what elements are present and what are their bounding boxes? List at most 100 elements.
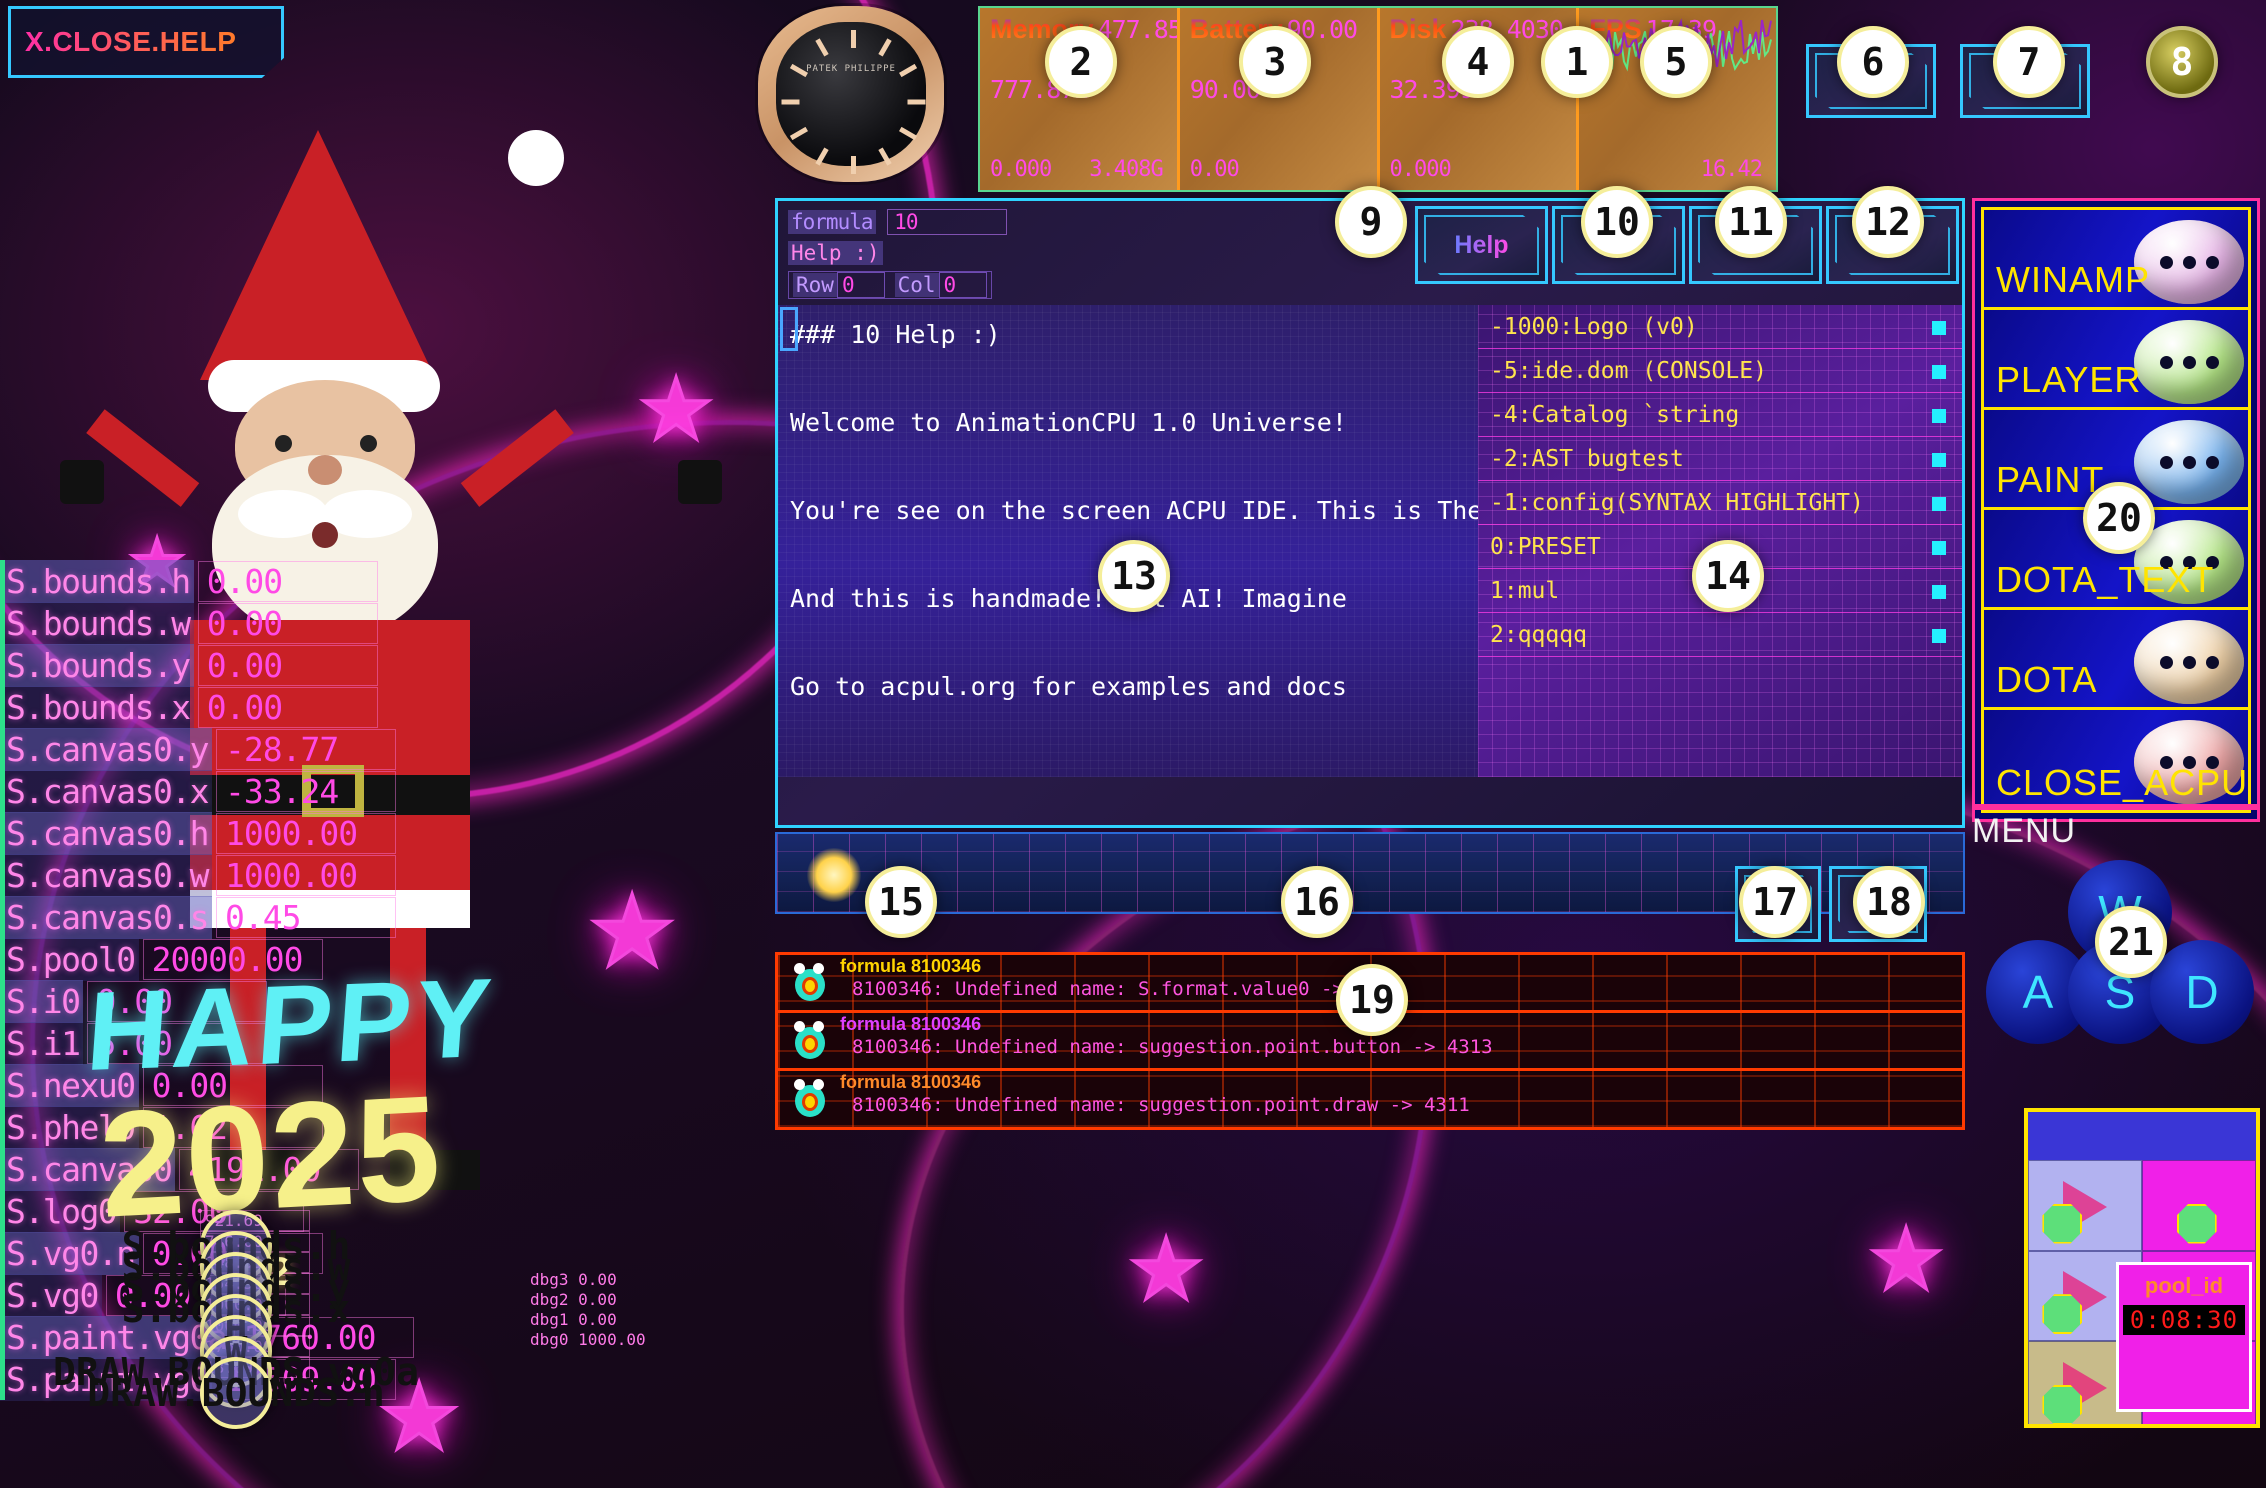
formula-item-label: -4:Catalog `string <box>1490 402 1739 428</box>
menu-item-close_acpus[interactable]: CLOSE_ACPUS <box>1984 710 2248 810</box>
close-help-button[interactable]: X.CLOSE.HELP <box>8 6 284 78</box>
menu-item-player[interactable]: PLAYER <box>1984 310 2248 410</box>
help-title-label: Help :) <box>788 241 883 265</box>
formula-field[interactable]: formula 10 <box>788 209 1007 235</box>
formula-status-dot[interactable] <box>1932 409 1946 423</box>
variable-value[interactable]: 0.45 <box>216 897 396 938</box>
variable-name: S.i0 <box>0 980 83 1023</box>
ellipsis-icon[interactable] <box>2134 420 2244 504</box>
variable-value[interactable]: -33.24 <box>216 771 396 812</box>
variable-indicator <box>0 1190 5 1232</box>
variable-name: S.bounds.w <box>0 602 194 645</box>
debug-key: DRAW.BOUNDS.n <box>200 1357 272 1429</box>
console-title: formula 8100346 <box>840 955 1962 977</box>
watch-widget: PATEK PHILIPPE <box>736 0 966 190</box>
marker-2: 2 <box>1045 26 1117 98</box>
variable-row[interactable]: S.bounds.w 0.00 <box>0 602 470 644</box>
menu-item-label: CLOSE_ACPUS <box>1996 762 2248 804</box>
formula-status-dot[interactable] <box>1932 321 1946 335</box>
formula-list-item[interactable]: -4:Catalog `string <box>1478 393 1962 437</box>
variable-row[interactable]: S.canvas0.y -28.77 <box>0 728 470 770</box>
variable-indicator <box>0 1022 5 1064</box>
variable-row[interactable]: S.bounds.h 0.00 <box>0 560 470 602</box>
marker-10: 10 <box>1581 186 1653 258</box>
acpu-ide-window: formula 10 Help :) Row 0 Col 0 ### 10 Help… <box>775 198 1965 828</box>
console-title: formula 8100346 <box>840 1071 1962 1093</box>
formula-list-item[interactable]: -1:config(SYNTAX HIGHLIGHT) <box>1478 481 1962 525</box>
variable-row[interactable]: S.canvas0.x -33.24 <box>0 770 470 812</box>
variable-name: S.bounds.h <box>0 560 194 603</box>
editor-line: ### 10 Help :) <box>790 313 1472 357</box>
variable-value[interactable]: 0.00 <box>198 645 378 686</box>
formula-status-dot[interactable] <box>1932 629 1946 643</box>
variable-indicator <box>0 938 5 980</box>
tab-help[interactable]: Help <box>1415 206 1548 284</box>
preview-panel[interactable]: pool_id 0:08:30 <box>2024 1108 2260 1428</box>
variable-value[interactable]: 1000.00 <box>216 855 396 896</box>
formula-status-dot[interactable] <box>1932 541 1946 555</box>
formula-status-dot[interactable] <box>1932 585 1946 599</box>
metric-bottom-right: 16.42 <box>1701 157 1762 182</box>
metric-bottom-right: 3.408G <box>1089 157 1162 182</box>
editor-line <box>790 357 1472 401</box>
menu-item-label: DOTA <box>1996 659 2097 701</box>
key-d[interactable]: D <box>2150 940 2254 1044</box>
marker-14: 14 <box>1692 540 1764 612</box>
preview-cell[interactable] <box>2142 1160 2256 1251</box>
star-decoration: ★ <box>1870 1190 1942 1310</box>
marker-6: 6 <box>1837 26 1909 98</box>
variable-value[interactable]: 1000.00 <box>216 813 396 854</box>
variable-value[interactable]: -28.77 <box>216 729 396 770</box>
ellipsis-icon[interactable] <box>2134 220 2244 304</box>
formula-list-item[interactable]: -2:AST bugtest <box>1478 437 1962 481</box>
marker-11: 11 <box>1715 186 1787 258</box>
menu-item-label: DOTA_TEXT <box>1996 559 2214 601</box>
bug-icon <box>788 961 832 1005</box>
preview-header <box>2028 1112 2256 1160</box>
timeline-playhead[interactable] <box>807 848 861 902</box>
variable-row[interactable]: S.canvas0.h 1000.00 <box>0 812 470 854</box>
variable-row[interactable]: S.canvas0.w 1000.00 <box>0 854 470 896</box>
ellipsis-icon[interactable] <box>2134 320 2244 404</box>
preview-cell[interactable] <box>2028 1160 2142 1251</box>
star-decoration: ★ <box>640 340 712 460</box>
editor-line <box>790 621 1472 665</box>
editor-line: You're see on the screen ACPU IDE. This … <box>790 489 1472 533</box>
variable-value[interactable]: 0.00 <box>198 603 378 644</box>
text-caret <box>780 307 798 351</box>
console-row[interactable]: formula 8100346 8100346: Undefined name: … <box>778 1071 1962 1129</box>
menu-item-winamp[interactable]: WINAMP <box>1984 210 2248 310</box>
variable-value[interactable]: 0.00 <box>198 561 378 602</box>
debug-side-panel: dbg3 0.00 dbg2 0.00 dbg1 0.00 dbg0 1000.00 <box>530 1270 646 1350</box>
formula-status-dot[interactable] <box>1932 453 1946 467</box>
formula-list-item[interactable]: -1000:Logo (v0) <box>1478 305 1962 349</box>
variable-value[interactable]: 0.00 <box>198 687 378 728</box>
formula-item-label: -2:AST bugtest <box>1490 446 1684 472</box>
pool-id-label: pool_id <box>2119 1273 2249 1299</box>
debug-mini-panel: S.bounds.h 921.69 S.bounds.w 746.00 S.bounds… <box>200 1210 520 1378</box>
pool-id-overlay[interactable]: pool_id 0:08:30 <box>2116 1262 2252 1412</box>
variable-row[interactable]: S.canvas0.s 0.45 <box>0 896 470 938</box>
variable-name: S.canvas0.w <box>0 854 212 897</box>
row-col-indicator: Row 0 Col 0 <box>788 271 992 299</box>
formula-label: formula <box>788 210 876 234</box>
bug-icon <box>788 1077 832 1121</box>
ellipsis-icon[interactable] <box>2134 620 2244 704</box>
variable-indicator <box>0 1274 5 1316</box>
variable-name: S.canvas0.s <box>0 896 212 939</box>
formula-list-item[interactable]: 2:qqqqq <box>1478 613 1962 657</box>
menu-item-dota[interactable]: DOTA <box>1984 610 2248 710</box>
marker-21: 21 <box>2095 906 2167 978</box>
variable-row[interactable]: S.bounds.y 0.00 <box>0 644 470 686</box>
variable-indicator <box>0 1316 5 1358</box>
formula-status-dot[interactable] <box>1932 497 1946 511</box>
variable-row[interactable]: S.bounds.x 0.00 <box>0 686 470 728</box>
formula-item-label: 2:qqqqq <box>1490 622 1587 648</box>
formula-status-dot[interactable] <box>1932 365 1946 379</box>
variable-indicator <box>0 980 5 1022</box>
variable-indicator <box>0 1106 5 1148</box>
variable-indicator <box>0 644 5 686</box>
marker-4: 4 <box>1442 26 1514 98</box>
formula-value[interactable]: 10 <box>887 209 1007 235</box>
formula-list-item[interactable]: -5:ide.dom (CONSOLE) <box>1478 349 1962 393</box>
